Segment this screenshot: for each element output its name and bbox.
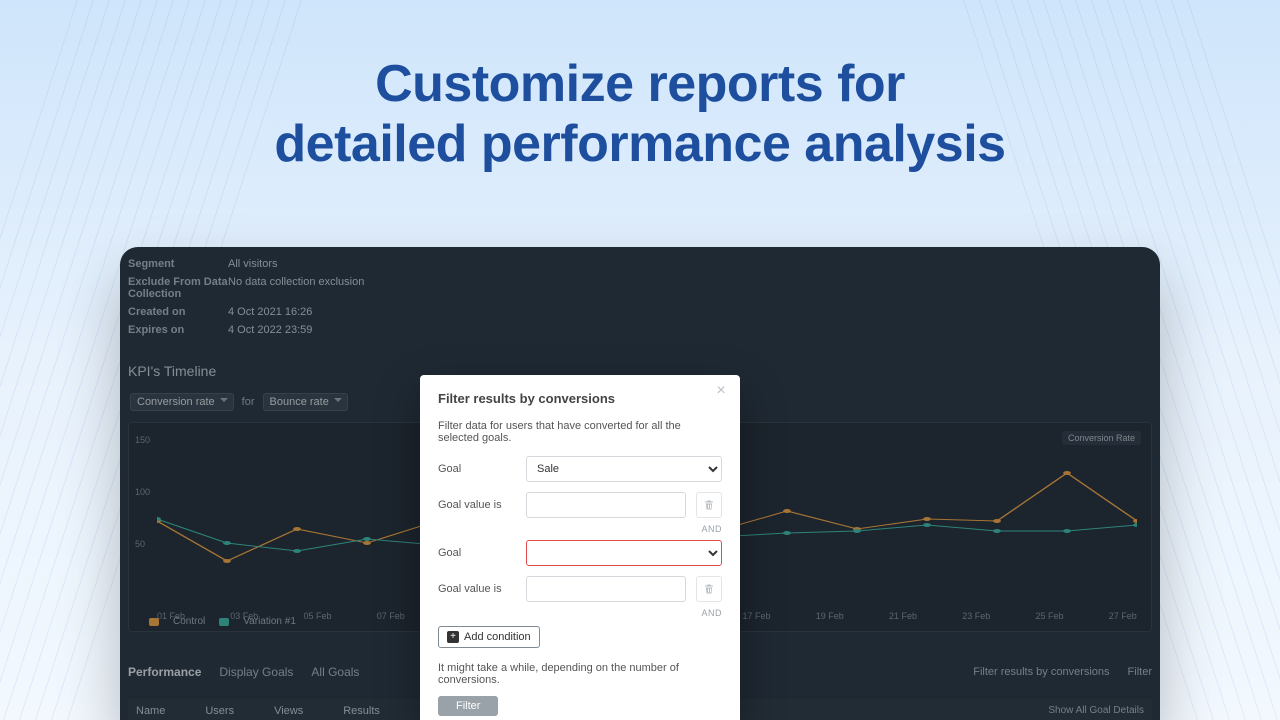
- and-2: AND: [438, 608, 722, 618]
- plus-icon: +: [447, 631, 459, 643]
- headline-line-1: Customize reports for: [0, 55, 1280, 115]
- goal-1-select[interactable]: Sale: [526, 456, 722, 482]
- trash-icon: [703, 583, 715, 595]
- filter-modal: × Filter results by conversions Filter d…: [420, 375, 740, 720]
- add-condition-label: Add condition: [464, 631, 531, 643]
- modal-note: It might take a while, depending on the …: [438, 662, 722, 686]
- goal-2-select[interactable]: [526, 540, 722, 566]
- page-headline: Customize reports for detailed performan…: [0, 55, 1280, 175]
- goal-1-label: Goal: [438, 463, 516, 475]
- add-condition-button[interactable]: + Add condition: [438, 626, 540, 648]
- and-1: AND: [438, 524, 722, 534]
- goal-value-2-input[interactable]: [526, 576, 686, 602]
- goal-2-label: Goal: [438, 547, 516, 559]
- delete-condition-2-button[interactable]: [696, 576, 722, 602]
- delete-condition-1-button[interactable]: [696, 492, 722, 518]
- close-icon[interactable]: ×: [712, 383, 730, 401]
- goal-value-1-label: Goal value is: [438, 499, 516, 511]
- goal-value-2-label: Goal value is: [438, 583, 516, 595]
- app-window: Segment All visitors Exclude From Data C…: [120, 247, 1160, 720]
- goal-value-1-input[interactable]: [526, 492, 686, 518]
- headline-line-2: detailed performance analysis: [0, 115, 1280, 175]
- trash-icon: [703, 499, 715, 511]
- filter-button[interactable]: Filter: [438, 696, 498, 716]
- modal-title: Filter results by conversions: [438, 391, 722, 406]
- modal-desc: Filter data for users that have converte…: [438, 420, 722, 444]
